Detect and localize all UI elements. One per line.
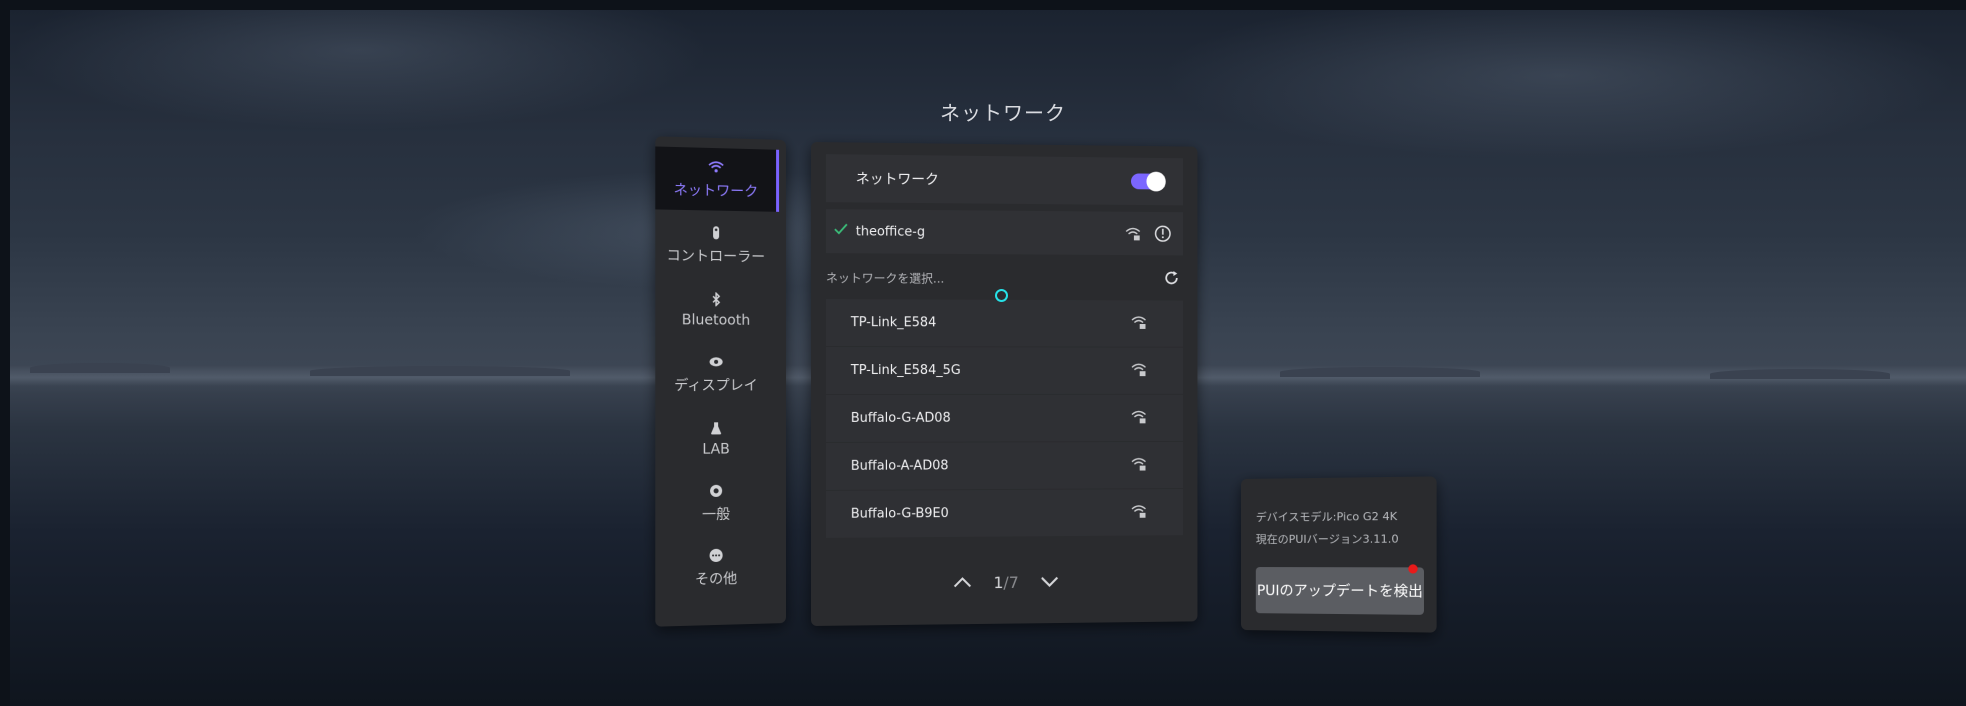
network-panel: ネットワーク theoffice-g ネットワークを選択... TP-Link_… — [811, 142, 1198, 626]
flask-icon — [708, 420, 724, 436]
sidebar-item-lab[interactable]: LAB — [655, 407, 776, 470]
page-up-icon[interactable] — [952, 573, 972, 592]
notification-badge — [1408, 564, 1418, 574]
island — [1710, 369, 1890, 379]
sidebar-item-label: LAB — [702, 440, 730, 458]
page-title: ネットワーク — [940, 101, 1066, 125]
controller-icon — [708, 224, 724, 240]
sidebar-item-label: その他 — [694, 570, 738, 588]
page-current: 1 — [993, 572, 1004, 592]
sidebar-item-controller[interactable]: コントローラー — [655, 212, 776, 276]
page-total: 7 — [1008, 572, 1019, 592]
sidebar-item-display[interactable]: ディスプレイ — [655, 342, 776, 405]
network-toggle-row: ネットワーク — [825, 154, 1184, 206]
wifi-lock-icon — [1131, 315, 1146, 333]
wifi-lock-icon — [1125, 227, 1140, 245]
island — [1280, 367, 1480, 377]
check-update-button[interactable]: PUIのアップデートを検出 — [1255, 564, 1424, 615]
cloud — [10, 10, 710, 130]
sidebar-item-label: 一般 — [701, 506, 731, 523]
settings-sidebar: ネットワーク コントローラー Bluetooth ディスプレイ LAB 一般 そ… — [655, 136, 786, 627]
pui-version: 現在のPUIバージョン3.11.0 — [1255, 532, 1399, 546]
check-update-label: PUIのアップデートを検出 — [1256, 583, 1423, 601]
wifi-lock-icon — [1131, 504, 1146, 522]
sidebar-item-bluetooth[interactable]: Bluetooth — [655, 277, 776, 341]
network-list-item[interactable]: Buffalo-A-AD08 — [825, 441, 1184, 490]
sidebar-item-general[interactable]: 一般 — [655, 471, 776, 535]
network-name: Buffalo-G-B9E0 — [850, 506, 949, 522]
island — [310, 366, 570, 376]
sidebar-item-label: ディスプレイ — [674, 377, 758, 394]
gear-icon — [708, 482, 724, 498]
network-name: Buffalo-A-AD08 — [850, 458, 949, 474]
sidebar-item-label: ネットワーク — [673, 181, 759, 200]
select-network-label: ネットワークを選択... — [825, 271, 945, 286]
wifi-lock-icon — [1131, 457, 1146, 475]
network-name: TP-Link_E584 — [850, 315, 937, 331]
eye-icon — [708, 353, 724, 369]
sidebar-item-label: Bluetooth — [681, 311, 751, 329]
device-model: デバイスモデル:Pico G2 4K — [1255, 509, 1398, 524]
network-toggle[interactable] — [1131, 171, 1166, 192]
network-name: Buffalo-G-AD08 — [850, 410, 951, 426]
cloud — [1160, 10, 1960, 160]
connected-network-row[interactable]: theoffice-g — [825, 209, 1184, 256]
pointer-cursor — [995, 289, 1008, 302]
wifi-icon — [708, 158, 724, 175]
network-list-item[interactable]: Buffalo-G-AD08 — [825, 394, 1184, 442]
island — [30, 363, 170, 373]
page-down-icon[interactable] — [1040, 572, 1059, 591]
bluetooth-icon — [708, 291, 724, 307]
wifi-lock-icon — [1131, 410, 1146, 428]
connected-network-name: theoffice-g — [855, 223, 926, 240]
page-indicator: 1/7 — [993, 573, 1018, 592]
info-icon[interactable] — [1154, 225, 1171, 247]
network-list-item[interactable]: Buffalo-G-B9E0 — [825, 489, 1184, 538]
more-icon — [708, 547, 724, 563]
network-list-item[interactable]: TP-Link_E584 — [825, 299, 1184, 347]
sidebar-item-other[interactable]: その他 — [655, 535, 776, 600]
pagination: 1/7 — [811, 561, 1197, 604]
sidebar-item-network[interactable]: ネットワーク — [655, 146, 780, 212]
refresh-icon[interactable] — [1163, 269, 1180, 291]
network-name: TP-Link_E584_5G — [850, 363, 961, 379]
check-icon — [834, 223, 848, 239]
device-info-panel: デバイスモデル:Pico G2 4K 現在のPUIバージョン3.11.0 PUI… — [1241, 476, 1437, 633]
wifi-lock-icon — [1131, 362, 1146, 380]
network-list-item[interactable]: TP-Link_E584_5G — [825, 347, 1184, 394]
toggle-knob — [1146, 171, 1166, 192]
sidebar-item-label: コントローラー — [666, 247, 766, 266]
network-toggle-label: ネットワーク — [855, 171, 939, 189]
